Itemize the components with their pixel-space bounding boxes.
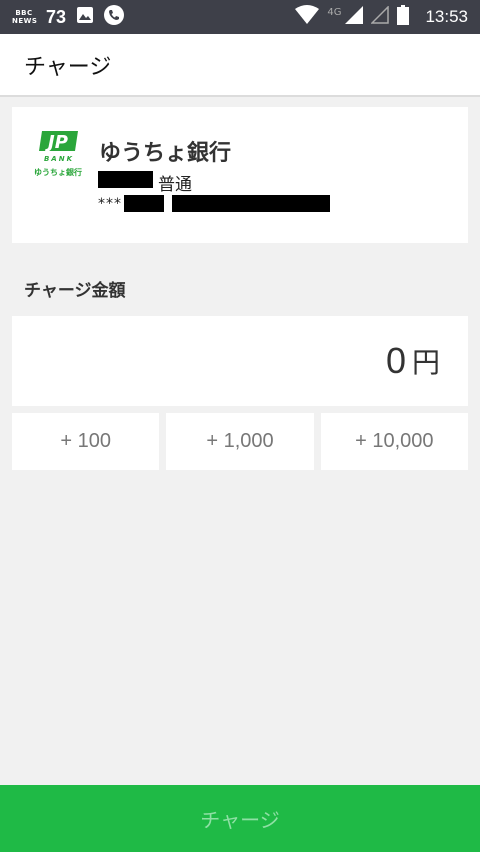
add-100-button[interactable]: + 100: [12, 413, 160, 470]
status-bar: BBC NEWS 73 4G 13:53: [0, 0, 480, 34]
account-type: 普通: [158, 175, 192, 195]
quick-amount-buttons: + 100 + 1,000 + 10,000: [12, 413, 468, 470]
bank-account-card: JP BANK ゆうちょ銀行 ゆうちょ銀行 普通 ***: [12, 107, 468, 243]
redacted-branch: [98, 171, 153, 188]
amount-value: 0: [385, 340, 406, 381]
battery-icon: [397, 5, 410, 29]
signal-empty-icon: [370, 5, 390, 28]
add-1000-button[interactable]: + 1,000: [166, 413, 314, 470]
charge-button[interactable]: チャージ: [0, 785, 480, 852]
app-header: チャージ: [0, 34, 480, 97]
svg-text:BANK: BANK: [44, 155, 74, 163]
image-icon: [76, 6, 94, 28]
redacted-account-holder: [172, 195, 330, 212]
svg-text:ゆうちょ銀行: ゆうちょ銀行: [34, 167, 82, 177]
amount-unit: 円: [411, 346, 440, 379]
amount-input[interactable]: 0 円: [12, 316, 468, 406]
clock: 13:53: [425, 7, 468, 26]
signal-icon: [345, 6, 364, 28]
svg-text:JP: JP: [45, 132, 68, 153]
add-10000-button[interactable]: + 10,000: [320, 413, 468, 470]
page-title: チャージ: [24, 54, 112, 80]
bank-name: ゆうちょ銀行: [99, 141, 232, 166]
redacted-account-number: [124, 195, 164, 212]
wifi-icon: [295, 5, 320, 29]
jp-bank-logo: JP BANK ゆうちょ銀行: [34, 129, 82, 179]
network-type-label: 4G: [327, 6, 342, 18]
phone-icon: [104, 5, 125, 29]
notification-count: 73: [46, 6, 67, 27]
charge-amount-label: チャージ金額: [24, 281, 126, 301]
bbc-news-icon: BBC NEWS: [12, 9, 38, 25]
account-number-mask: ***: [98, 196, 122, 212]
